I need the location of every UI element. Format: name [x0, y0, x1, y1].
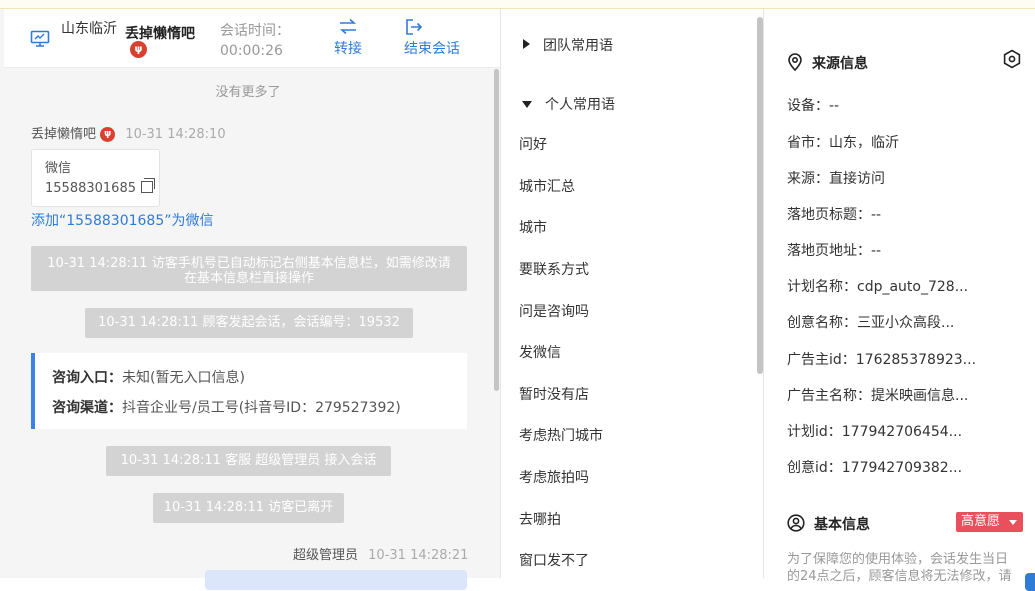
workspace: 山东临沂 丢掉懒惰吧 ψ 会话时间： 00:00:26 转接 结束会话 没有更多… — [0, 9, 1035, 591]
phrase-item[interactable]: 问好 — [519, 134, 547, 154]
message-time: 10-31 14:28:21 — [368, 548, 469, 563]
no-more-hint: 没有更多了 — [215, 85, 281, 100]
basic-info-title: 基本信息 — [787, 514, 870, 534]
caret-right-icon — [523, 39, 530, 49]
consult-channel-value: 抖音企业号/员工号(抖音号ID：279527392) — [122, 400, 401, 416]
message-sender: 超级管理员 — [293, 548, 359, 563]
transfer-icon — [339, 18, 357, 35]
consult-channel-label: 咨询渠道： — [52, 400, 122, 416]
message-time: 10-31 14:28:10 — [125, 127, 226, 142]
chat-panel: 山东临沂 丢掉懒惰吧 ψ 会话时间： 00:00:26 转接 结束会话 没有更多… — [0, 9, 501, 590]
exit-icon — [406, 19, 423, 35]
visitor-info-panel: 来源信息 设备：-- 省市：山东，临沂 来源：直接访问 落地页标题：-- 落地页… — [765, 9, 1035, 584]
settings-icon[interactable] — [1002, 49, 1022, 73]
phrase-item[interactable]: 考虑旅拍吗 — [519, 467, 589, 487]
field-creative-id: 创意id：177942709382... — [787, 460, 963, 476]
consult-channel-row: 咨询渠道：抖音企业号/员工号(抖音号ID：279527392) — [52, 393, 467, 423]
phrase-item[interactable]: 暂时没有店 — [519, 384, 589, 404]
personal-phrases-group[interactable]: 个人常用语 — [522, 94, 615, 114]
phrase-item[interactable]: 城市 — [519, 217, 547, 237]
monitor-icon — [30, 29, 50, 49]
phrase-item[interactable]: 问是咨询吗 — [519, 301, 589, 321]
phrase-item[interactable]: 发微信 — [519, 342, 561, 362]
end-session-label: 结束会话 — [404, 41, 460, 57]
agent-message-meta: 超级管理员 10-31 14:28:21 — [293, 544, 468, 563]
caret-down-icon — [522, 101, 532, 108]
phrase-item[interactable]: 去哪拍 — [519, 509, 561, 529]
phrases-panel: 团队常用语 个人常用语 问好 城市汇总 城市 要联系方式 问是咨询吗 发微信 暂… — [501, 9, 764, 578]
floating-action-button[interactable] — [1025, 573, 1035, 591]
transfer-label: 转接 — [334, 41, 362, 57]
wechat-number: 15588301685 — [45, 181, 136, 196]
top-notice-strip — [0, 0, 1035, 9]
field-advertiser-name: 广告主名称：提米映画信息... — [787, 388, 969, 404]
system-message: 10-31 14:28:11 访客已离开 — [153, 493, 344, 523]
phrase-item[interactable]: 窗口发不了 — [519, 550, 589, 570]
source-info-label: 来源信息 — [812, 56, 868, 72]
consult-entry-row: 咨询入口：未知(暂无入口信息) — [52, 363, 467, 393]
field-landing-title: 落地页标题：-- — [787, 207, 882, 223]
field-advertiser-id: 广告主id：176285378923... — [787, 352, 977, 368]
add-wechat-link[interactable]: 添加“15588301685”为微信 — [31, 210, 214, 230]
chat-scrollbar[interactable] — [494, 69, 499, 391]
consult-entry-value: 未知(暂无入口信息) — [122, 370, 245, 386]
consult-entry-card: 咨询入口：未知(暂无入口信息) 咨询渠道：抖音企业号/员工号(抖音号ID：279… — [31, 353, 467, 429]
phrase-item[interactable]: 要联系方式 — [519, 259, 589, 279]
field-creative-name: 创意名称：三亚小众高段... — [787, 315, 955, 331]
field-plan-name: 计划名称：cdp_auto_728... — [787, 279, 969, 295]
phrase-item[interactable]: 考虑热门城市 — [519, 425, 603, 445]
agent-message-bubble — [205, 570, 467, 590]
end-session-button[interactable]: 结束会话 — [404, 18, 460, 58]
session-time-value: 00:00:26 — [220, 43, 283, 59]
source-info-title: 来源信息 — [787, 53, 868, 73]
devil-emoji-icon: ψ — [130, 41, 147, 58]
field-plan-id: 计划id：177942706454... — [787, 424, 963, 440]
field-province-city: 省市：山东，临沂 — [787, 135, 899, 151]
session-time-label: 会话时间： — [220, 23, 290, 39]
system-message: 10-31 14:28:11 顾客发起会话，会话编号：19532 — [85, 308, 413, 338]
team-phrases-label: 团队常用语 — [543, 38, 613, 54]
field-landing-url: 落地页地址：-- — [787, 243, 882, 259]
message-sender: 丢掉懒惰吧 — [31, 127, 97, 142]
system-message: 10-31 14:28:11 访客手机号已自动标记右侧基本信息栏，如需修改请在基… — [31, 246, 467, 291]
personal-phrases-label: 个人常用语 — [545, 97, 615, 113]
visitor-region: 山东临沂 — [61, 21, 117, 37]
copy-icon[interactable] — [141, 178, 156, 193]
consult-entry-label: 咨询入口： — [52, 370, 122, 386]
wechat-card-title: 微信 — [45, 161, 72, 176]
phrase-item[interactable]: 城市汇总 — [519, 176, 575, 196]
system-message: 10-31 14:28:11 客服 超级管理员 接入会话 — [106, 446, 391, 476]
wechat-card-value-row: 15588301685 — [45, 178, 159, 199]
devil-emoji-icon: ψ — [100, 127, 116, 142]
team-phrases-group[interactable]: 团队常用语 — [523, 35, 613, 55]
user-circle-icon — [787, 514, 805, 532]
chat-header: 山东临沂 丢掉懒惰吧 ψ 会话时间： 00:00:26 转接 结束会话 — [4, 9, 500, 68]
field-source: 来源：直接访问 — [787, 171, 885, 187]
visitor-name: 丢掉懒惰吧 — [125, 26, 195, 42]
transfer-button[interactable]: 转接 — [334, 18, 362, 58]
wechat-card: 微信 15588301685 — [31, 149, 160, 207]
field-device: 设备：-- — [787, 98, 840, 114]
edit-notice: 为了保障您的使用体验，会话发生当日的24点之后，顾客信息将无法修改，请 — [787, 552, 1012, 584]
intent-level-dropdown[interactable]: 高意愿 — [956, 512, 1023, 532]
basic-info-label: 基本信息 — [814, 517, 870, 533]
phrases-scrollbar[interactable] — [757, 17, 763, 374]
location-pin-icon — [788, 53, 802, 72]
visitor-message-meta: 丢掉懒惰吧 ψ 10-31 14:28:10 — [31, 123, 226, 142]
